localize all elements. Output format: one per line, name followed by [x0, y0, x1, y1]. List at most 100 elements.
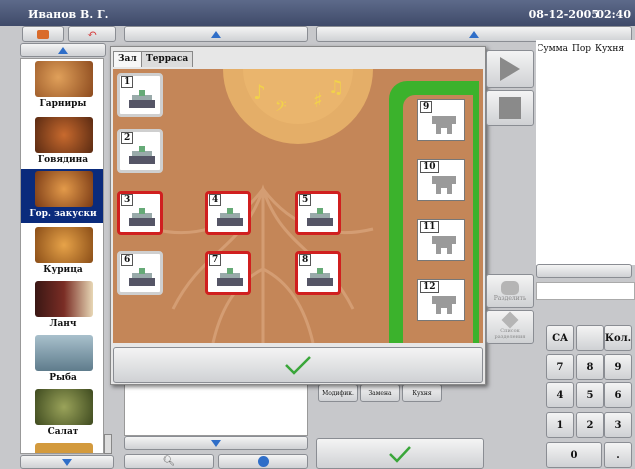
key-label: 5 — [586, 389, 594, 401]
search-icon: 🔍︎ — [162, 456, 176, 467]
time-display: 02:40 — [596, 8, 631, 21]
order-scroll-button[interactable] — [536, 264, 632, 278]
table-4[interactable]: 4 — [205, 191, 251, 235]
category-label: Курица — [43, 265, 83, 275]
tab-hall[interactable]: Зал — [113, 51, 142, 67]
table-number: 3 — [121, 194, 134, 206]
button-label: Кухня — [412, 389, 432, 397]
chevron-up-icon — [469, 30, 479, 38]
table-silhouette-icon — [432, 296, 456, 314]
blank-key[interactable] — [576, 325, 604, 351]
key-label: 6 — [614, 389, 622, 401]
table-number: 6 — [121, 254, 134, 266]
terrace-table-11[interactable]: 11 — [417, 219, 465, 261]
table-silhouette-icon — [432, 116, 456, 134]
button-label: Замена — [368, 389, 392, 397]
category-label: Рыба — [49, 373, 77, 383]
key-7[interactable]: 7 — [546, 354, 574, 380]
category-item[interactable]: Салат — [21, 387, 103, 441]
table-number: 7 — [209, 254, 222, 266]
column-kitchen: Кухня — [595, 44, 625, 54]
category-label: Ланч — [49, 319, 77, 329]
category-item[interactable]: Гарниры — [21, 59, 103, 113]
svg-text:♫: ♫ — [328, 77, 344, 98]
split-list-button[interactable]: Список разделения — [486, 310, 534, 344]
title-bar: Иванов В. Г. 08-12-2005 02:40 — [0, 0, 635, 26]
key-2[interactable]: 2 — [576, 412, 604, 438]
user-name: Иванов В. Г. — [28, 8, 109, 21]
play-button[interactable] — [486, 50, 534, 88]
key-8[interactable]: 8 — [576, 354, 604, 380]
key-0[interactable]: 0 — [546, 442, 602, 468]
key-4[interactable]: 4 — [546, 382, 574, 408]
terrace-table-10[interactable]: 10 — [417, 159, 465, 201]
order-header: Сумма Пор Кухня — [538, 44, 635, 54]
key-5[interactable]: 5 — [576, 382, 604, 408]
category-item[interactable]: Говядина — [21, 115, 103, 169]
home-button[interactable] — [22, 26, 64, 42]
info-button[interactable] — [218, 454, 308, 469]
table-number: 5 — [299, 194, 312, 206]
list-scrollbar[interactable] — [104, 434, 112, 454]
category-item-partial[interactable] — [21, 441, 103, 453]
checkmark-icon — [389, 445, 411, 463]
category-item[interactable]: Ланч — [21, 279, 103, 333]
category-label: Гарниры — [39, 99, 87, 109]
table-icon — [129, 146, 155, 164]
key-label: 3 — [614, 419, 622, 431]
key-6[interactable]: 6 — [604, 382, 632, 408]
table-icon — [217, 208, 243, 226]
key-decimal[interactable]: . — [604, 442, 632, 468]
key-label: 1 — [556, 419, 564, 431]
key-label: 2 — [586, 419, 594, 431]
category-item[interactable]: Рыба — [21, 333, 103, 387]
key-label: 9 — [614, 361, 622, 373]
category-item[interactable]: Курица — [21, 225, 103, 279]
table-1[interactable]: 1 — [117, 73, 163, 117]
category-scroll-up[interactable] — [20, 43, 106, 57]
table-icon — [217, 268, 243, 286]
search-button[interactable]: 🔍︎ — [124, 454, 214, 469]
replace-button[interactable]: Замена — [360, 384, 400, 402]
kitchen-button[interactable]: Кухня — [402, 384, 442, 402]
table-2[interactable]: 2 — [117, 129, 163, 173]
button-label: Модифик. — [322, 389, 354, 397]
key-1[interactable]: 1 — [546, 412, 574, 438]
button-label: Список разделения — [494, 328, 526, 340]
table-5[interactable]: 5 — [295, 191, 341, 235]
dish-thumbnail — [35, 61, 93, 97]
tab-terrace[interactable]: Терраса — [141, 51, 194, 67]
key-3[interactable]: 3 — [604, 412, 632, 438]
key-label: . — [616, 449, 620, 461]
split-icon — [501, 280, 519, 295]
modifier-button[interactable]: Модифик. — [318, 384, 358, 402]
button-label: Разделить — [493, 294, 527, 302]
table-3[interactable]: 3 — [117, 191, 163, 235]
split-button[interactable]: Разделить — [486, 274, 534, 308]
terrace-table-12[interactable]: 12 — [417, 279, 465, 321]
confirm-order-button[interactable] — [316, 438, 484, 469]
detail-scroll-down[interactable] — [124, 436, 308, 450]
svg-text:𝄢: 𝄢 — [275, 98, 287, 119]
confirm-table-button[interactable] — [113, 347, 483, 383]
undo-button[interactable]: ↶ — [68, 26, 116, 42]
stop-button[interactable] — [486, 90, 534, 126]
clear-all-button[interactable]: CA — [546, 325, 574, 351]
quantity-button[interactable]: Кол. — [604, 325, 632, 351]
column-portions: Пор — [572, 44, 592, 54]
order-list — [536, 40, 635, 265]
terrace-table-9[interactable]: 9 — [417, 99, 465, 141]
key-9[interactable]: 9 — [604, 354, 632, 380]
category-item-selected[interactable]: Гор. закуски — [21, 169, 103, 223]
key-label: CA — [552, 332, 568, 344]
table-8[interactable]: 8 — [295, 251, 341, 295]
category-scroll-down[interactable] — [20, 455, 114, 469]
category-label: Гор. закуски — [29, 209, 97, 219]
svg-text:♯: ♯ — [313, 88, 323, 112]
table-7[interactable]: 7 — [205, 251, 251, 295]
scroll-up-button-middle[interactable] — [124, 26, 308, 42]
table-6[interactable]: 6 — [117, 251, 163, 295]
checkmark-icon — [285, 356, 311, 375]
order-total-field — [536, 282, 635, 300]
category-list: Гарниры Говядина Гор. закуски Курица Лан… — [20, 58, 104, 454]
